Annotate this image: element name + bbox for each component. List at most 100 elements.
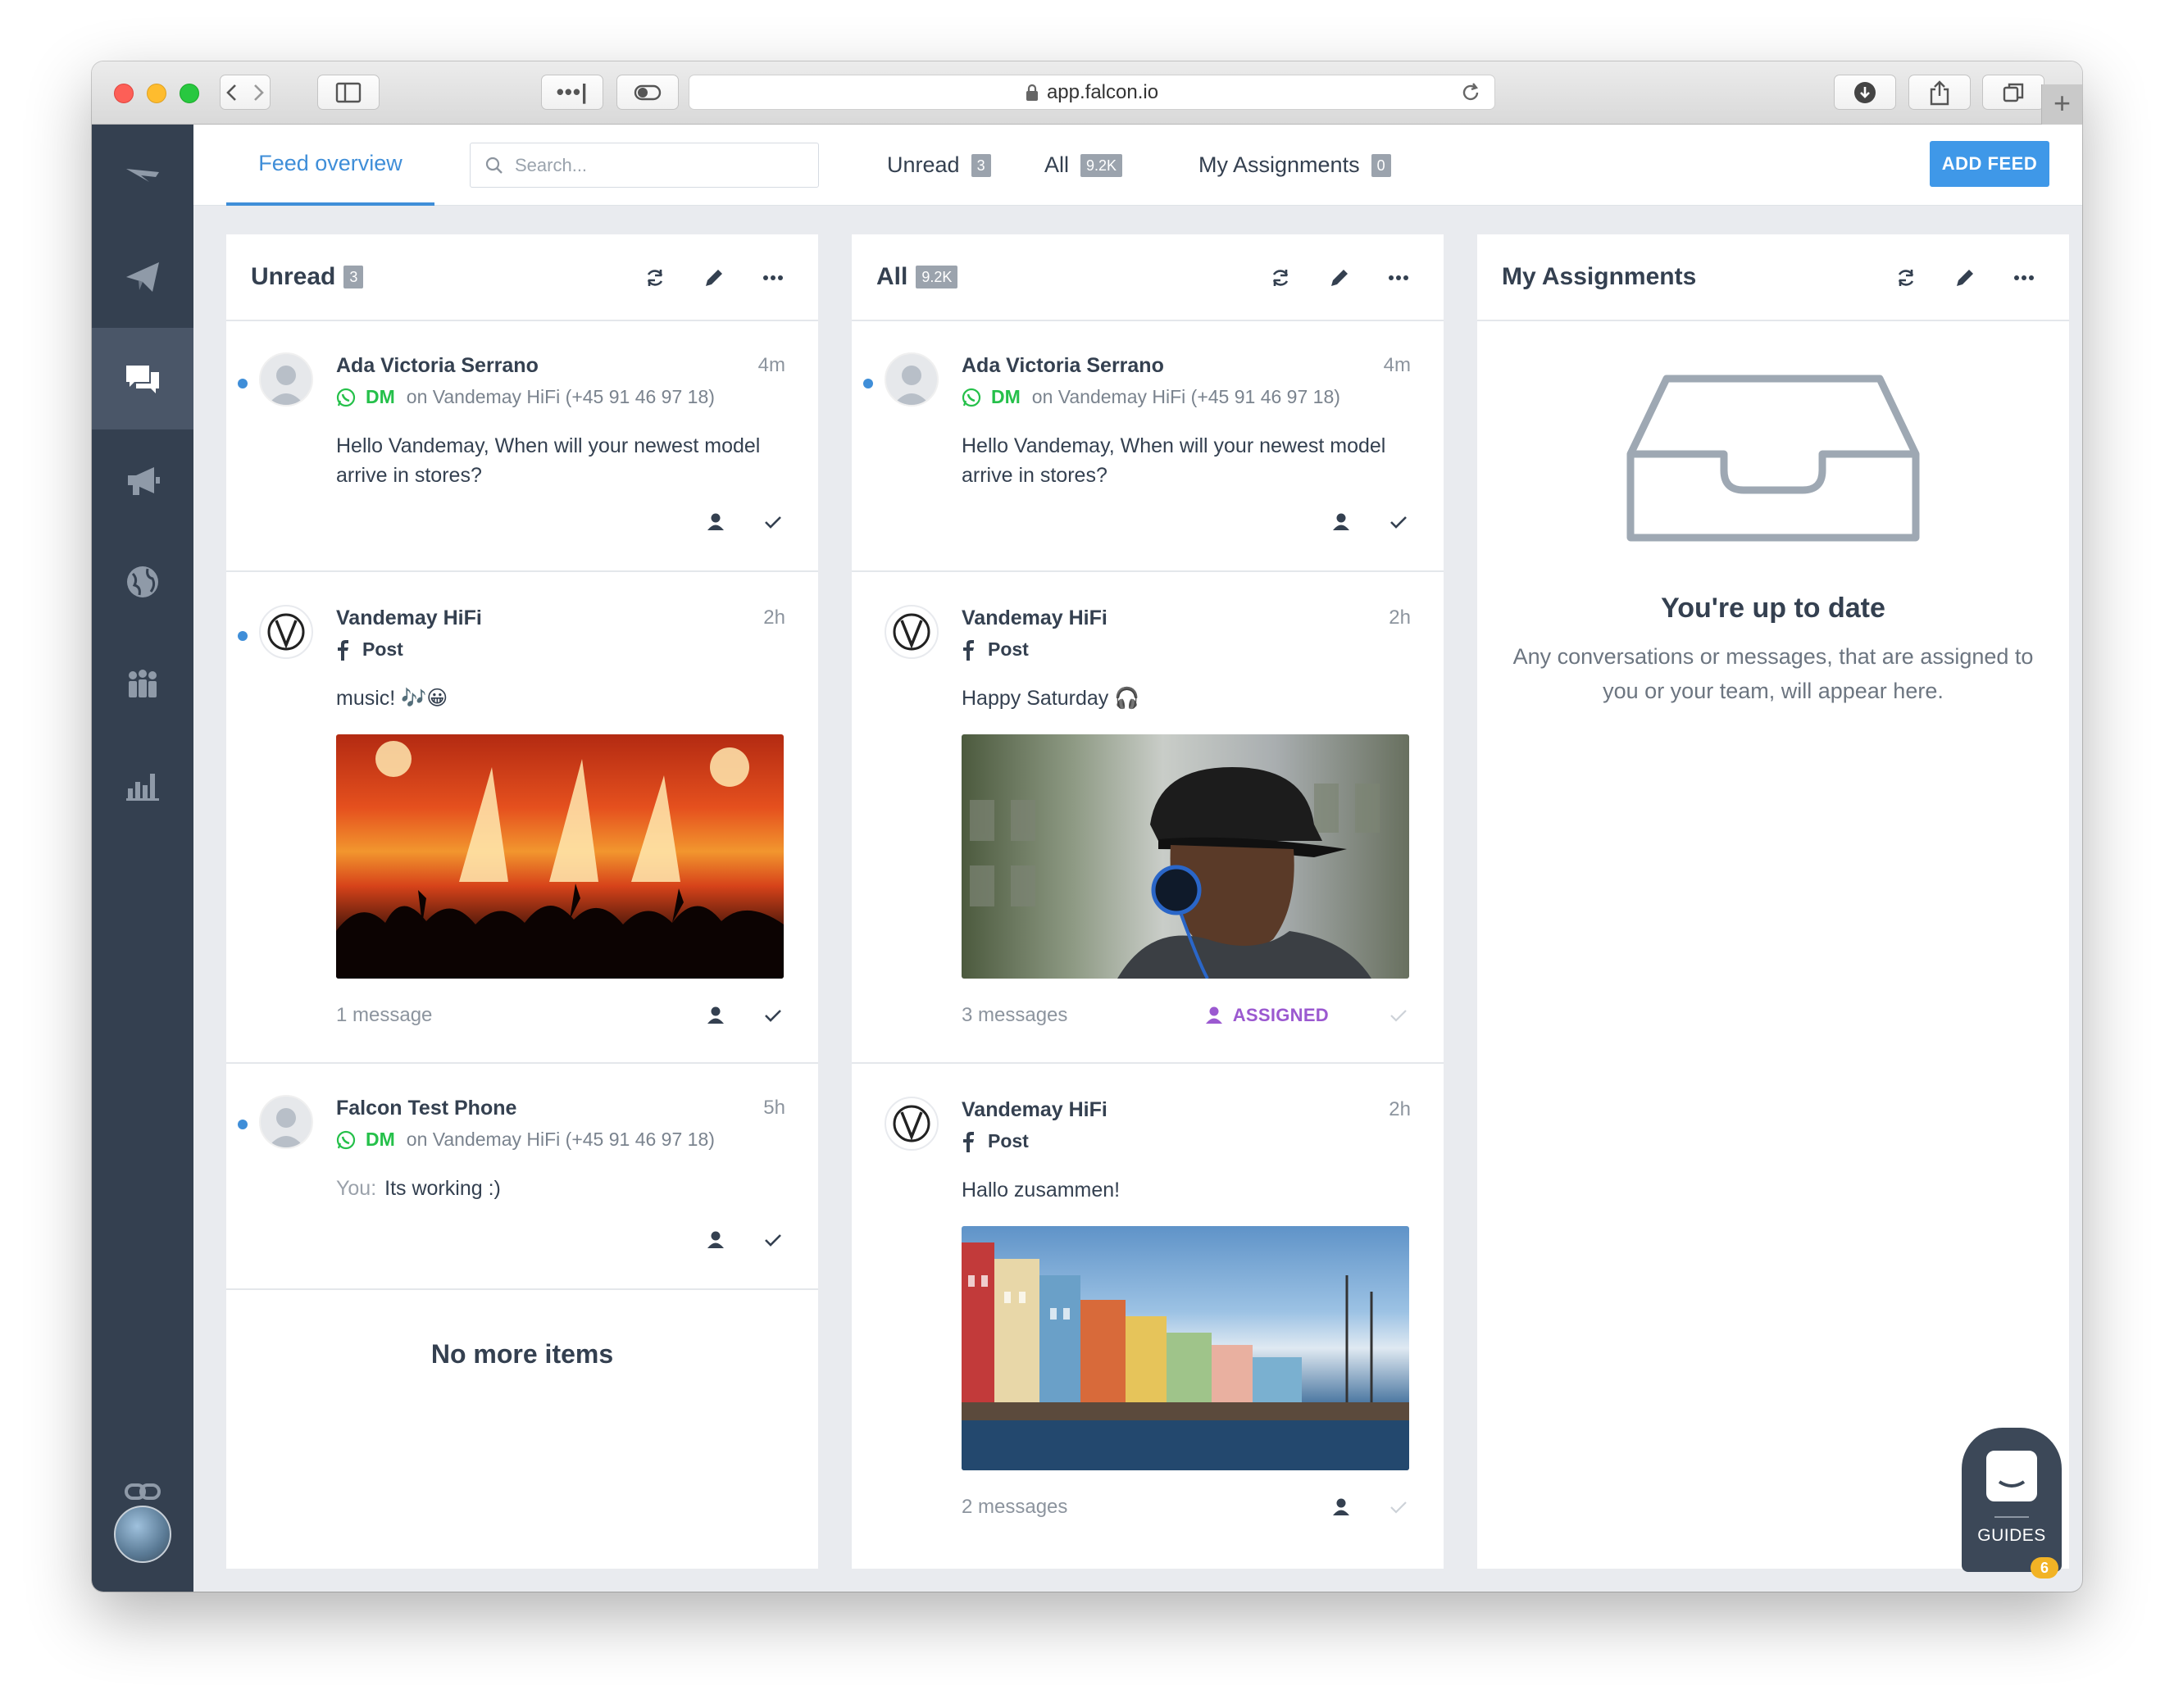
whatsapp-icon [336, 388, 356, 407]
browser-window: •••| app.falcon.io + Feed overview Searc… [92, 61, 2082, 1592]
minimize-window-button[interactable] [147, 84, 166, 103]
guides-count-badge: 6 [2031, 1557, 2058, 1579]
checkmark-icon[interactable] [761, 1228, 785, 1252]
assign-user-icon[interactable] [703, 1003, 728, 1028]
message-meta: Post [962, 1130, 1411, 1152]
feed-column-my-assignments: My Assignments You're up to date Any con… [1477, 234, 2069, 1569]
search-input[interactable] [515, 154, 794, 176]
author-name: Vandemay HiFi [336, 606, 482, 629]
headphones-man-photo[interactable] [962, 734, 1409, 979]
assigned-status[interactable]: ASSIGNED [1202, 1003, 1329, 1028]
falcon-logo-icon [126, 169, 159, 182]
checkmark-icon[interactable] [761, 510, 785, 534]
checkmark-icon[interactable] [1386, 1003, 1411, 1028]
chevron-left-icon[interactable] [221, 80, 245, 105]
author-name: Ada Victoria Serrano [962, 354, 1164, 377]
channel-source: on Vandemay HiFi (+45 91 46 97 18) [406, 1129, 715, 1150]
unread-indicator [238, 631, 248, 641]
feed-card[interactable]: Falcon Test Phone 5h DM on Vandemay HiFi… [226, 1064, 818, 1290]
more-options-icon[interactable] [2012, 266, 2036, 290]
harbour-houses-photo[interactable] [962, 1226, 1409, 1470]
message-count[interactable]: 1 message [336, 1004, 432, 1027]
counter-my-assignments-label: My Assignments [1198, 152, 1360, 177]
tabs-overview-button[interactable] [1982, 75, 2044, 110]
author-name: Falcon Test Phone [336, 1097, 517, 1120]
feed-card[interactable]: Vandemay HiFi 2h Post Happy Saturday 🎧 3… [852, 572, 1444, 1064]
facebook-icon [963, 1131, 974, 1152]
assign-user-icon[interactable] [1329, 510, 1353, 534]
extensions-button[interactable]: •••| [541, 75, 603, 110]
avatar [885, 352, 939, 407]
column-badge: 9.2K [916, 266, 958, 288]
download-icon [1854, 81, 1876, 103]
back-forward-buttons[interactable] [220, 75, 271, 110]
portrait-scene [970, 767, 1380, 979]
more-options-icon[interactable] [1386, 266, 1411, 290]
empty-description: Any conversations or messages, that are … [1512, 644, 2034, 703]
refresh-icon[interactable] [643, 266, 667, 290]
address-bar[interactable]: app.falcon.io [689, 75, 1495, 110]
app-sidebar [92, 125, 193, 1592]
counter-unread-label: Unread [887, 152, 960, 177]
edit-pencil-icon[interactable] [1327, 266, 1352, 290]
sidebar-item-home[interactable] [92, 125, 193, 226]
default-user-icon [893, 366, 930, 405]
refresh-icon[interactable] [1268, 266, 1293, 290]
channel-label: DM [366, 1129, 395, 1150]
close-window-button[interactable] [114, 84, 134, 103]
author-name: Vandemay HiFi [962, 606, 1107, 629]
edit-pencil-icon[interactable] [1953, 266, 1977, 290]
column-title: Unread [251, 263, 336, 290]
user-avatar[interactable] [114, 1506, 171, 1563]
downloads-button[interactable] [1834, 75, 1896, 110]
sidebar-item-advertise[interactable] [92, 429, 193, 531]
counter-my-assignments[interactable]: My Assignments 0 [1198, 125, 1391, 206]
assign-user-icon[interactable] [703, 1228, 728, 1252]
sidebar-item-publish[interactable] [92, 226, 193, 328]
channel-source: on Vandemay HiFi (+45 91 46 97 18) [1031, 386, 1340, 407]
refresh-icon[interactable] [1894, 266, 1918, 290]
checkmark-icon[interactable] [761, 1003, 785, 1028]
message-time: 2h [1389, 1098, 1411, 1120]
more-options-icon[interactable] [761, 266, 785, 290]
vandemay-logo-icon [893, 613, 930, 651]
empty-title: You're up to date [1661, 593, 1885, 624]
zoom-window-button[interactable] [180, 84, 199, 103]
share-button[interactable] [1908, 75, 1971, 110]
edit-pencil-icon[interactable] [702, 266, 726, 290]
reader-toggle-button[interactable] [616, 75, 679, 110]
assign-user-icon[interactable] [1329, 1495, 1353, 1519]
add-feed-button[interactable]: ADD FEED [1930, 141, 2049, 187]
author-name: Ada Victoria Serrano [336, 354, 539, 377]
search-box[interactable] [470, 143, 819, 188]
feed-card[interactable]: Ada Victoria Serrano 4m DM on Vandemay H… [226, 321, 818, 572]
message-text: Hello Vandemay, When will your newest mo… [962, 434, 1386, 487]
feed-card[interactable]: Ada Victoria Serrano 4m DM on Vandemay H… [852, 321, 1444, 572]
message-count[interactable]: 2 messages [962, 1496, 1067, 1519]
counter-all[interactable]: All 9.2K [1044, 125, 1123, 206]
message-meta: Post [336, 638, 785, 661]
tab-feed-overview[interactable]: Feed overview [226, 125, 434, 206]
message-text: Happy Saturday 🎧 [962, 687, 1140, 710]
sidebar-item-measure[interactable] [92, 734, 193, 836]
new-tab-button[interactable]: + [2041, 84, 2082, 125]
checkmark-icon[interactable] [1386, 510, 1411, 534]
sidebar-item-audience[interactable] [92, 633, 193, 734]
feed-card[interactable]: Vandemay HiFi 2h Post music! 🎶😀 1 messag… [226, 572, 818, 1064]
sidebar-toggle-button[interactable] [317, 75, 380, 110]
reload-icon[interactable] [1458, 80, 1483, 105]
guides-button[interactable]: GUIDES 6 [1962, 1428, 2062, 1579]
empty-state: You're up to date Any conversations or m… [1477, 374, 2069, 708]
message-count[interactable]: 3 messages [962, 1004, 1067, 1027]
chevron-right-icon[interactable] [245, 80, 270, 105]
sidebar-item-listen[interactable] [92, 531, 193, 633]
checkmark-icon[interactable] [1386, 1495, 1411, 1519]
sidebar-item-engage[interactable] [92, 328, 193, 429]
share-icon [1930, 79, 1949, 105]
feed-card[interactable]: Vandemay HiFi 2h Post Hallo zusammen! 2 … [852, 1064, 1444, 1556]
concert-photo[interactable] [336, 734, 784, 979]
counter-unread[interactable]: Unread 3 [887, 125, 991, 206]
whatsapp-icon [336, 1130, 356, 1149]
assign-user-icon[interactable] [703, 510, 728, 534]
default-user-icon [267, 1108, 305, 1147]
